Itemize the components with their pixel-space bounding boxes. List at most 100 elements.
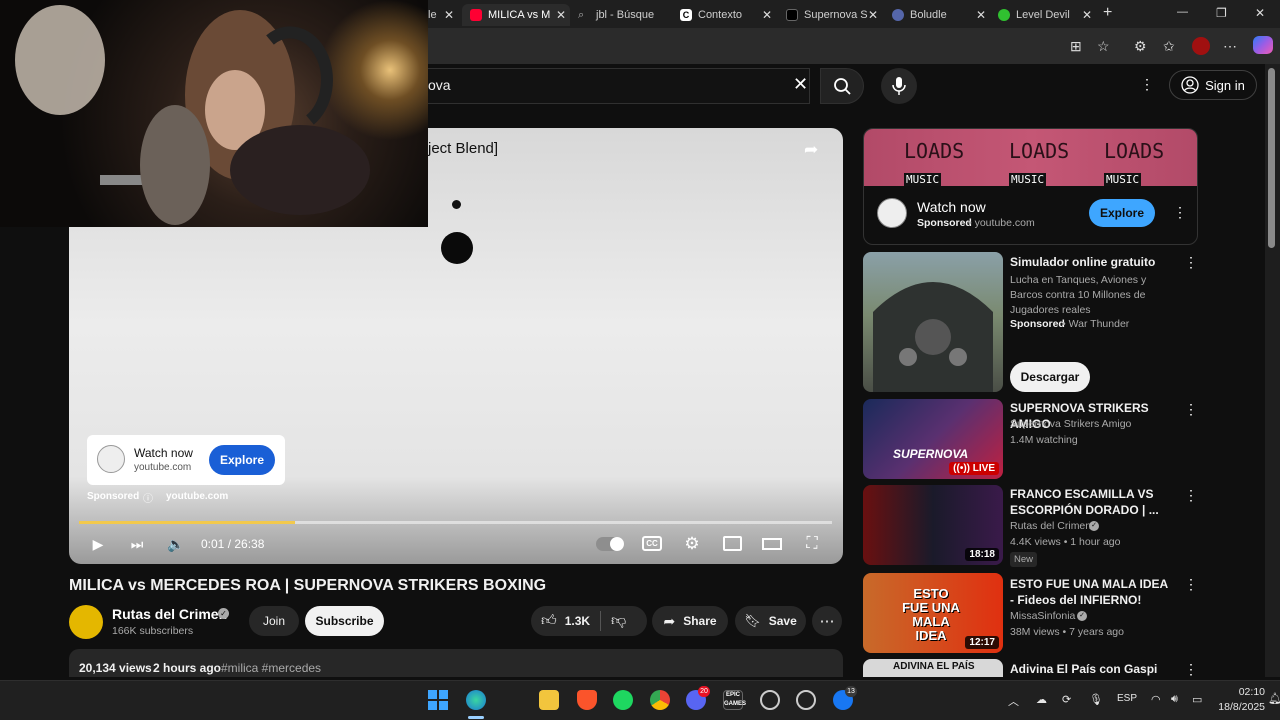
download-button[interactable]: Descargar — [1010, 362, 1090, 392]
thumbnail-supernova[interactable]: SUPERNOVA ((•)) LIVE — [863, 399, 1003, 479]
channel-name[interactable]: Supernova Strikers Amigo — [1010, 418, 1131, 430]
player-title-overlay: ject Blend] — [428, 140, 499, 157]
volume-icon[interactable]: 🔊︎ — [1171, 693, 1178, 706]
kebab-menu-icon[interactable]: ⋮ — [1184, 254, 1198, 271]
close-icon[interactable]: ✕ — [762, 8, 772, 22]
tab-level-devil[interactable]: Level Devil ✕ — [994, 4, 1096, 26]
like-count[interactable]: 1.3K — [565, 614, 590, 628]
search-input[interactable]: ova — [428, 77, 451, 93]
ad-domain: youtube.com — [134, 462, 192, 473]
close-icon[interactable]: ✕ — [444, 8, 454, 22]
kebab-menu-icon[interactable]: ⋮ — [1184, 661, 1198, 678]
scrollbar-thumb[interactable] — [1268, 68, 1275, 248]
extensions-icon[interactable]: ⚙ — [1134, 38, 1147, 55]
fullscreen-icon[interactable]: ⛶ — [802, 535, 822, 553]
settings-menu-icon[interactable]: ⋮ — [1140, 76, 1154, 93]
tray-app-icon[interactable]: ⟳ — [1062, 693, 1071, 706]
share-arrow-icon[interactable]: ➦ — [804, 140, 818, 160]
join-button[interactable]: Join — [249, 606, 299, 636]
play-button[interactable]: ▶ — [88, 535, 108, 553]
miniplayer-icon[interactable] — [723, 536, 742, 551]
close-icon[interactable]: ✕ — [976, 8, 986, 22]
like-icon[interactable]: 👍︎ — [541, 612, 557, 630]
profile-avatar[interactable] — [1192, 37, 1210, 55]
tab-jbl[interactable]: ⌕ jbl - Búsque — [572, 4, 672, 26]
edge-icon[interactable] — [466, 690, 486, 710]
channel-name[interactable]: Rutas del Crimen — [112, 606, 227, 622]
dislike-icon[interactable]: 👎︎ — [611, 612, 626, 630]
clock-date[interactable]: 18/8/2025 — [1213, 701, 1265, 713]
tab-milica[interactable]: MILICA vs M ✕ — [462, 4, 570, 26]
tray-mic-icon[interactable]: 🎙︎ — [1089, 693, 1103, 706]
ad-explore-button[interactable]: Explore — [1089, 199, 1155, 227]
info-icon[interactable]: ⓘ — [143, 490, 153, 505]
video-title[interactable]: Simulador online gratuito — [1010, 254, 1175, 270]
video-title[interactable]: ESTO FUE UNA MALA IDEA - Fideos del INFI… — [1010, 576, 1175, 608]
clear-search-icon[interactable]: ✕ — [793, 74, 808, 95]
close-icon[interactable]: ✕ — [556, 8, 566, 22]
app-icon[interactable] — [760, 690, 780, 710]
thumbnail-war-thunder[interactable] — [863, 252, 1003, 392]
battery-icon[interactable]: ▭ — [1192, 693, 1202, 706]
player-ad-card[interactable]: Watch now youtube.com Explore — [87, 435, 285, 485]
chrome-icon[interactable] — [650, 690, 670, 710]
more-actions-button[interactable]: ⋯ — [812, 606, 842, 636]
windows-start-icon[interactable] — [428, 690, 448, 710]
thumbnail-franco[interactable]: 18:18 — [863, 485, 1003, 565]
tray-app-icon[interactable]: ☁ — [1036, 693, 1047, 706]
theater-mode-icon[interactable] — [762, 538, 782, 550]
next-button[interactable]: ⏭ — [127, 535, 147, 553]
more-menu-icon[interactable]: ⋯ — [1223, 38, 1237, 55]
voice-search-button[interactable] — [881, 68, 917, 104]
settings-gear-icon[interactable]: ⚙ — [682, 534, 702, 553]
tiktok-icon — [786, 9, 798, 21]
favorites-icon[interactable]: ✩ — [1163, 38, 1175, 55]
video-title[interactable]: Adivina El País con Gaspi — [1010, 661, 1175, 677]
kebab-menu-icon[interactable]: ⋮ — [1184, 576, 1198, 593]
wifi-icon[interactable]: ◠ — [1151, 693, 1161, 706]
channel-name[interactable]: MissaSinfonia — [1010, 610, 1075, 622]
thumbnail-mala-idea[interactable]: ESTO FUE UNA MALA IDEA 12:17 — [863, 573, 1003, 653]
sidebar-ad[interactable]: LOADS LOADS LOADS MUSIC MUSIC MUSIC Watc… — [863, 128, 1198, 245]
video-meta: 4.4K views • 1 hour ago — [1010, 536, 1121, 548]
tab-contexto[interactable]: C Contexto ✕ — [676, 4, 776, 26]
maximize-button[interactable]: ❐ — [1216, 6, 1227, 20]
kebab-menu-icon[interactable]: ⋮ — [1184, 487, 1198, 504]
spotify-icon[interactable] — [613, 690, 633, 710]
star-icon[interactable]: ☆ — [1097, 38, 1110, 55]
kebab-menu-icon[interactable]: ⋮ — [1184, 401, 1198, 418]
language-indicator[interactable]: ESP — [1117, 693, 1137, 704]
channel-name[interactable]: Rutas del Crimen — [1010, 520, 1091, 532]
ad-explore-button[interactable]: Explore — [209, 445, 275, 475]
autoplay-toggle[interactable] — [596, 537, 624, 551]
search-button[interactable] — [820, 68, 864, 104]
epic-games-icon[interactable]: EPIC GAMES — [723, 690, 746, 710]
share-button[interactable]: ➦ Share — [652, 606, 728, 636]
copilot-icon[interactable] — [1253, 36, 1273, 54]
close-window-button[interactable]: ✕ — [1255, 6, 1265, 20]
notifications-icon[interactable]: 🔔︎ — [1268, 692, 1280, 705]
tab-boludle[interactable]: Boludle ✕ — [888, 4, 990, 26]
close-icon[interactable]: ✕ — [868, 8, 878, 22]
close-icon[interactable]: ✕ — [1082, 8, 1092, 22]
channel-avatar[interactable] — [69, 605, 103, 639]
tab-supernova[interactable]: Supernova S ✕ — [782, 4, 882, 26]
video-title[interactable]: FRANCO ESCAMILLA VS ESCORPIÓN DORADO | .… — [1010, 486, 1175, 518]
minimize-button[interactable]: — — [1177, 6, 1188, 18]
captions-icon[interactable]: CC — [642, 536, 662, 551]
hashtags[interactable]: #milica #mercedes — [221, 661, 321, 675]
brave-icon[interactable] — [577, 690, 597, 710]
kebab-menu-icon[interactable]: ⋮ — [1173, 204, 1187, 221]
tray-chevron-icon[interactable]: ︿ — [1008, 693, 1019, 709]
subscribe-button[interactable]: Subscribe — [305, 606, 384, 636]
tab-1[interactable]: le ✕ — [428, 4, 458, 26]
clock-time[interactable]: 02:10 — [1227, 686, 1265, 698]
new-tab-button[interactable]: + — [1103, 4, 1112, 22]
steam-icon[interactable] — [796, 690, 816, 710]
thumbnail-adivina[interactable]: ADIVINA EL PAÍS — [863, 659, 1003, 677]
file-explorer-icon[interactable] — [539, 690, 559, 710]
apps-icon[interactable]: ⊞ — [1070, 38, 1082, 55]
sign-in-button[interactable]: Sign in — [1169, 70, 1257, 100]
volume-icon[interactable]: 🔈 — [166, 535, 186, 553]
save-button[interactable]: 🔖︎ Save — [735, 606, 806, 636]
